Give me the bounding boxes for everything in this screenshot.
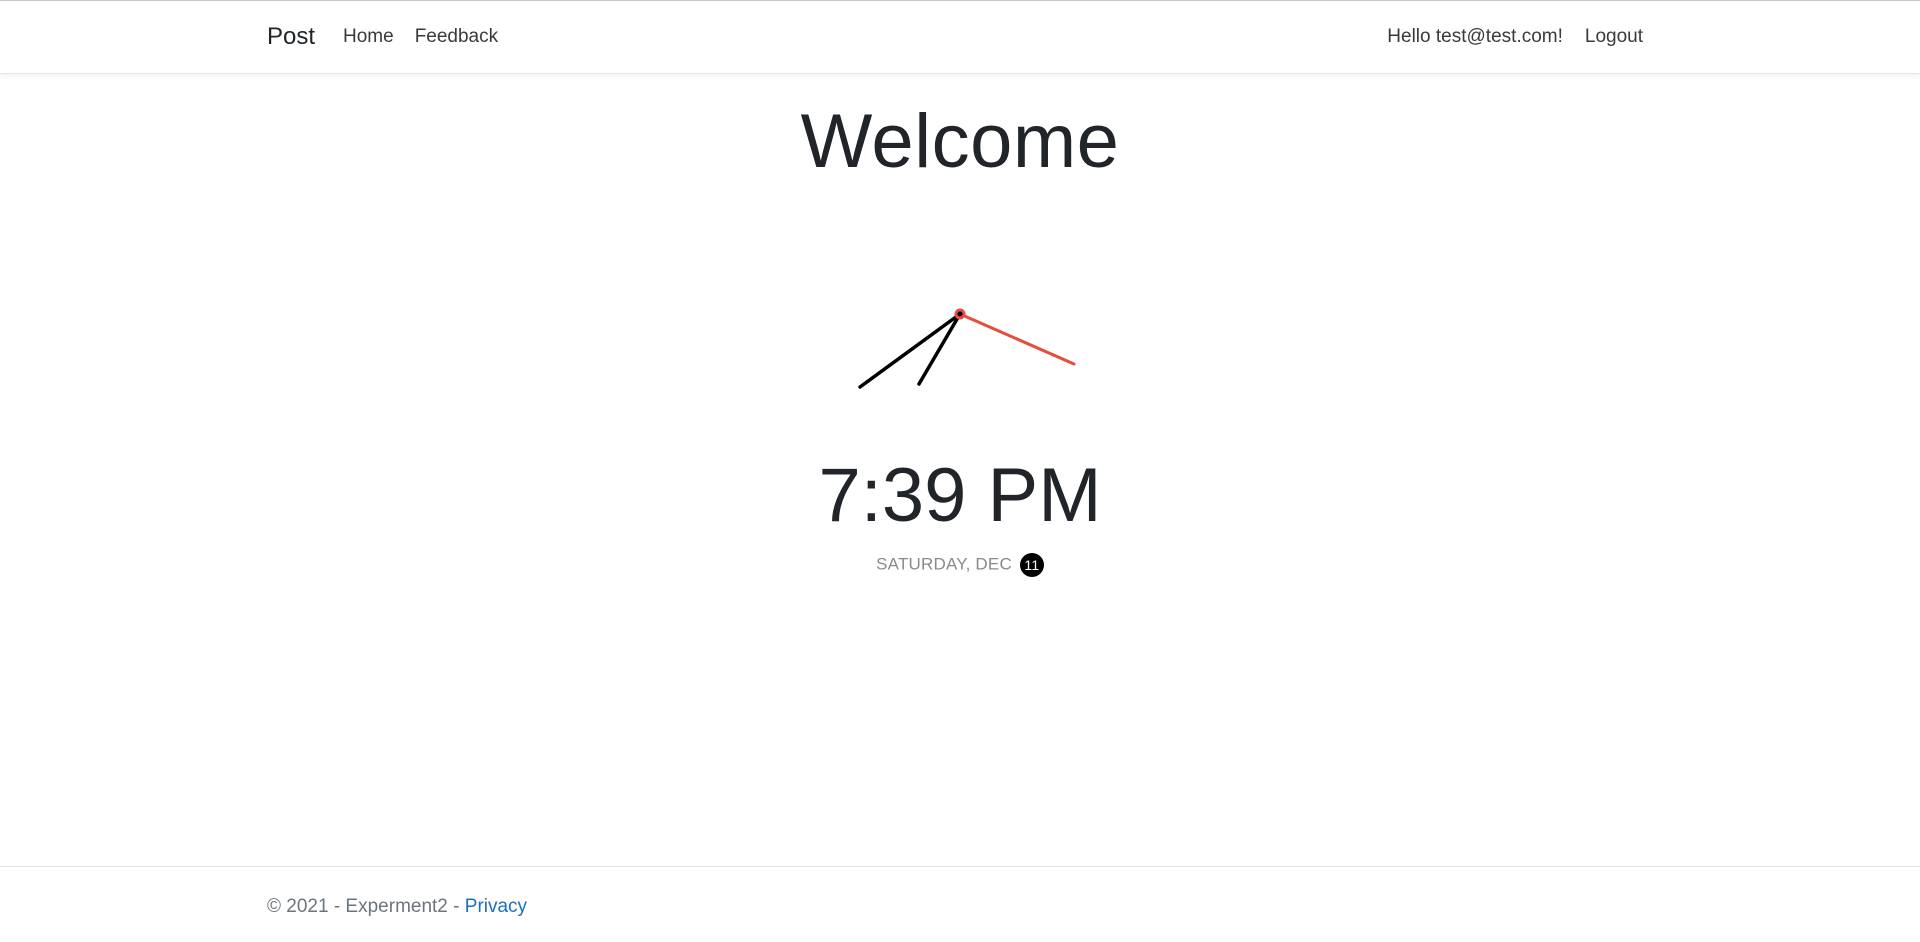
clock-second-hand — [958, 312, 1076, 366]
clock-minute-hand — [858, 312, 962, 389]
privacy-link[interactable]: Privacy — [465, 896, 527, 917]
main-nav: Home Feedback — [343, 26, 498, 48]
date-display: SATURDAY, DEC 11 — [0, 553, 1920, 577]
footer: © 2021 - Experment2 - Privacy — [267, 896, 527, 918]
nav-link-home[interactable]: Home — [343, 26, 394, 48]
page-title: Welcome — [800, 99, 1120, 184]
footer-divider — [0, 866, 1920, 867]
digital-time: 7:39 PM — [818, 453, 1102, 538]
analog-clock — [858, 308, 1076, 389]
brand-link[interactable]: Post — [267, 23, 315, 51]
navbar-container: Post Home Feedback Hello test@test.com! … — [267, 1, 1643, 73]
footer-copyright: © 2021 - Experment2 - — [267, 896, 460, 917]
user-nav: Hello test@test.com! Logout — [1387, 26, 1643, 48]
nav-link-feedback[interactable]: Feedback — [415, 26, 498, 48]
date-text: SATURDAY, DEC — [876, 554, 1012, 574]
clock-hour-hand — [917, 312, 962, 386]
logout-button[interactable]: Logout — [1585, 26, 1643, 48]
clock-center-dot — [957, 311, 963, 317]
navbar: Post Home Feedback Hello test@test.com! … — [0, 1, 1920, 74]
user-greeting-link[interactable]: Hello test@test.com! — [1387, 26, 1563, 48]
day-badge: 11 — [1019, 553, 1044, 577]
